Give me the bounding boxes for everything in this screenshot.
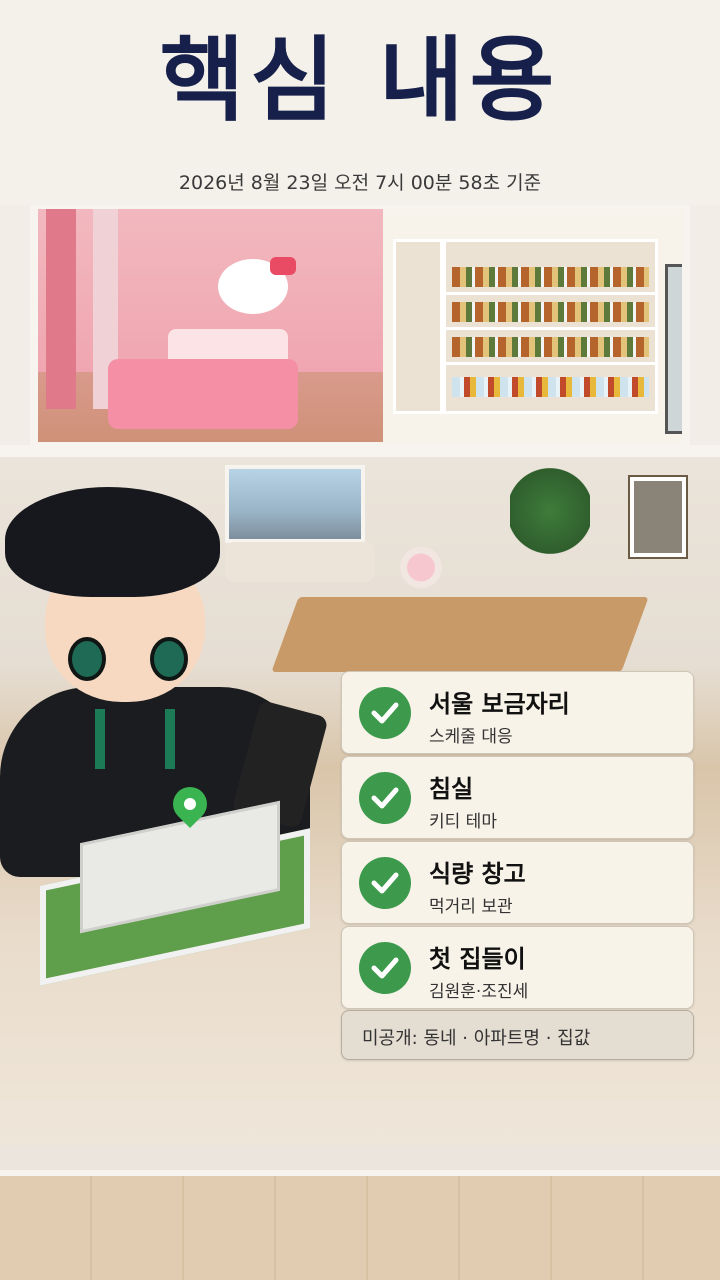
wall-base	[0, 1145, 720, 1170]
page-timestamp: 2026년 8월 23일 오전 7시 00분 58초 기준	[178, 172, 542, 194]
plant-icon	[510, 467, 590, 577]
checklist-item: 식량 창고 먹거리 보관	[341, 841, 694, 924]
fridge-illustration	[665, 264, 682, 434]
jar-row	[452, 337, 649, 357]
character-jacket-trim	[95, 709, 175, 769]
curtain-left	[46, 209, 76, 409]
kitty-bow-icon	[270, 257, 296, 275]
check-icon	[359, 687, 411, 739]
shelf-unit-left	[393, 239, 443, 414]
checklist-item-subtitle: 먹거리 보관	[429, 897, 513, 917]
shelf-line	[446, 362, 655, 365]
check-icon	[359, 857, 411, 909]
checklist-item: 서울 보금자리 스케줄 대응	[341, 671, 694, 754]
checklist-item-title: 서울 보금자리	[429, 690, 570, 718]
model-house-illustration	[40, 779, 310, 986]
shelf-unit-main	[443, 239, 658, 414]
pink-bed	[108, 359, 298, 429]
character-eye-right	[150, 637, 188, 681]
checklist-item: 침실 키티 테마	[341, 756, 694, 839]
bedroom-illustration	[38, 209, 383, 442]
bottle-row	[452, 377, 649, 397]
wood-floor	[0, 1170, 720, 1280]
checklist-item-subtitle: 스케줄 대응	[429, 727, 513, 747]
character-hair	[5, 487, 220, 597]
jar-row	[452, 302, 649, 322]
divider-strip	[0, 445, 720, 457]
checklist-item-title: 식량 창고	[429, 860, 526, 888]
jar-row	[452, 267, 649, 287]
page-title: 핵심 내용	[159, 27, 561, 134]
character-eye-left	[68, 637, 106, 681]
checklist-item-title: 첫 집들이	[429, 945, 526, 973]
flower-vase	[395, 545, 447, 590]
check-icon	[359, 942, 411, 994]
pantry-illustration	[383, 209, 682, 442]
shelf-line	[446, 327, 655, 330]
shelf-line	[446, 292, 655, 295]
cutaway-illustration	[30, 205, 690, 450]
checklist-item: 첫 집들이 김원훈·조진세	[341, 926, 694, 1009]
checklist-item-subtitle: 김원훈·조진세	[429, 982, 529, 1002]
checklist-item-title: 침실	[429, 775, 474, 803]
check-icon	[359, 772, 411, 824]
undisclosed-note: 미공개: 동네 · 아파트명 · 집값	[341, 1010, 694, 1060]
checklist-item-subtitle: 키티 테마	[429, 812, 497, 832]
checklist: 서울 보금자리 스케줄 대응 침실 키티 테마 식량 창고 먹거리 보관 첫 집…	[341, 671, 694, 1011]
wall-frame	[628, 475, 688, 559]
